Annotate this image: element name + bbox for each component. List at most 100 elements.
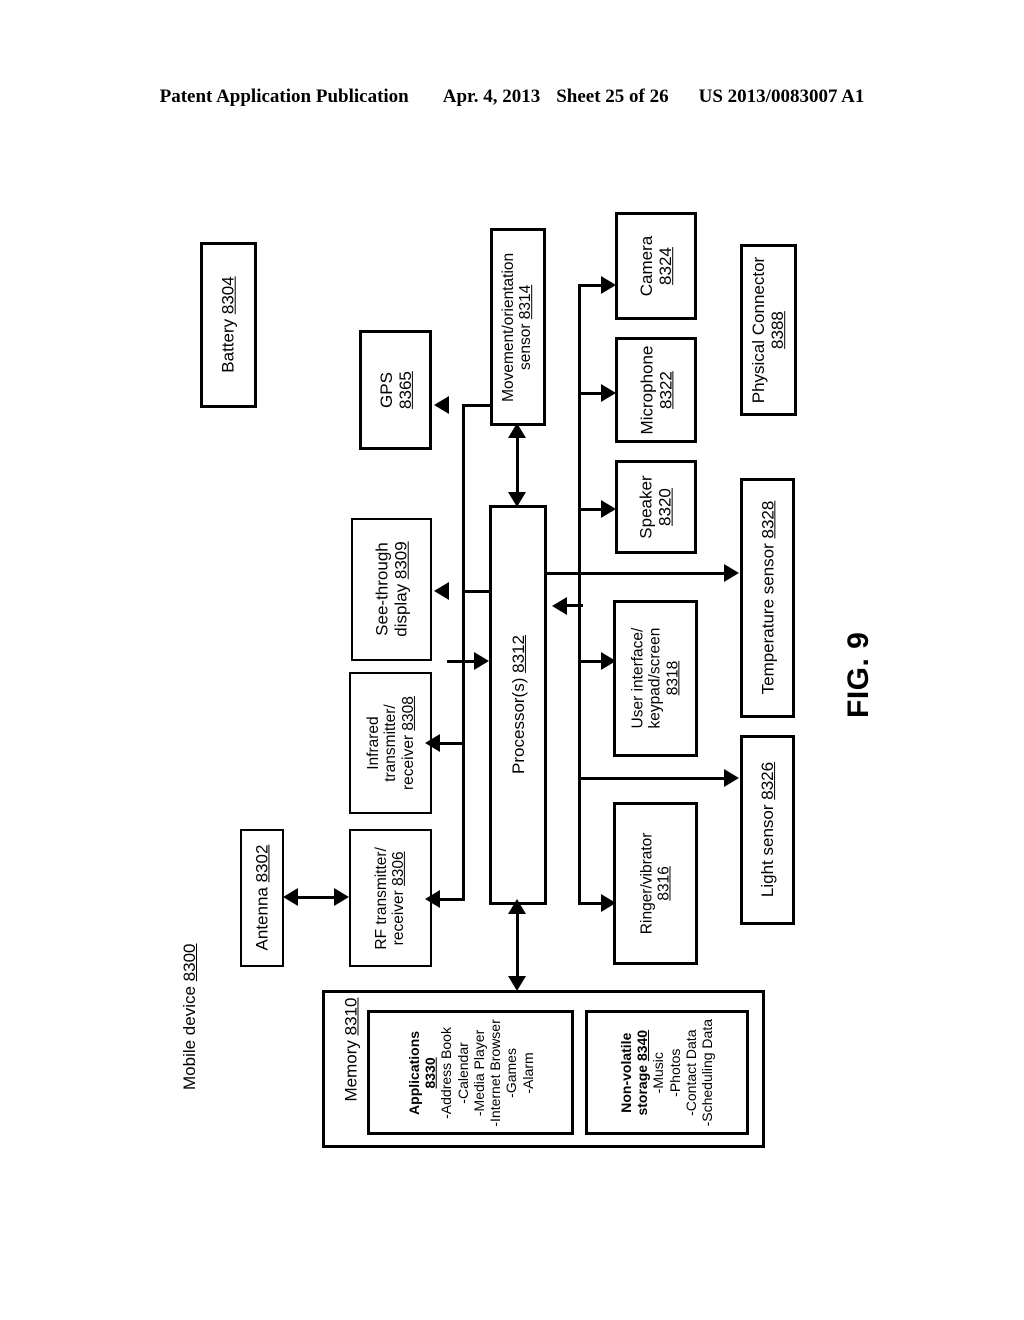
battery-label: Battery — [218, 314, 238, 374]
block-battery: Battery 8304 — [200, 242, 257, 408]
user-interface-ref: 8318 — [664, 661, 682, 696]
physical-connector-label: Physical Connector — [749, 256, 769, 404]
arrowhead-to-user-interface — [601, 652, 616, 670]
block-see-through-display: See-through display 8309 — [351, 518, 432, 661]
see-through-display-line1: See-through — [372, 542, 392, 637]
arrowhead-to-rf-from-antenna — [334, 888, 349, 906]
arrowhead-to-camera — [601, 276, 616, 294]
block-gps: GPS 8365 — [359, 330, 432, 450]
infrared-line2: transmitter/ — [381, 704, 399, 782]
infrared-line3: receiver — [399, 730, 417, 790]
arrowhead-to-gps — [434, 396, 449, 414]
applications-item: -Media Player — [470, 1029, 487, 1116]
infrared-line1: Infrared — [364, 716, 382, 770]
processor-label: Processor(s) — [508, 673, 528, 775]
block-light-sensor: Light sensor 8326 — [740, 735, 795, 925]
block-infrared-transceiver: Infrared transmitter/ receiver 8308 — [349, 672, 432, 814]
arrowhead-to-processor-from-rf — [474, 652, 489, 670]
arrowhead-to-ringer — [601, 894, 616, 912]
rf-ref: 8306 — [390, 851, 408, 886]
block-movement-orientation-sensor: Movement/orientation sensor 8314 — [490, 228, 546, 426]
block-memory: Memory 8310 Applications 8330 -Address B… — [322, 990, 765, 1148]
battery-ref: 8304 — [218, 276, 238, 315]
applications-item: -Calendar — [454, 1041, 471, 1104]
antenna-ref: 8302 — [252, 845, 272, 883]
block-camera: Camera 8324 — [615, 212, 697, 320]
patent-figure-page: Patent Application Publication Apr. 4, 20… — [0, 0, 1024, 1320]
header-publication: Patent Application Publication — [159, 86, 409, 107]
block-applications: Applications 8330 -Address Book -Calenda… — [367, 1010, 574, 1135]
arrowhead-to-microphone — [601, 384, 616, 402]
connector-processor-to-right-bus — [545, 572, 581, 575]
nonvolatile-item: -Scheduling Data — [699, 1018, 716, 1127]
connector-see-through-display-stub — [462, 590, 490, 593]
see-through-display-line2: display — [391, 579, 411, 638]
header-sheet: Sheet 25 of 26 — [556, 86, 669, 107]
connector-temperature-sensor-stub — [578, 572, 728, 575]
block-temperature-sensor: Temperature sensor 8328 — [740, 478, 795, 718]
arrowhead-to-rf — [425, 890, 440, 908]
header-date: Apr. 4, 2013 — [442, 86, 541, 107]
mobile-device-caption: Mobile device 8300 — [180, 944, 200, 1091]
applications-item: -Address Book — [438, 1026, 455, 1119]
memory-label: Memory — [341, 1035, 361, 1102]
microphone-ref: 8322 — [656, 371, 676, 409]
nonvolatile-title-line2: storage — [634, 1060, 651, 1116]
physical-connector-ref: 8388 — [768, 311, 788, 349]
gps-ref: 8365 — [395, 371, 415, 409]
temperature-sensor-label: Temperature sensor — [757, 538, 777, 695]
connector-bus-processor-left-lower — [462, 660, 465, 900]
camera-label: Camera — [636, 235, 656, 297]
block-nonvolatile-storage: Non-volatile storage 8340 -Music -Photos… — [585, 1010, 749, 1135]
block-rf-transceiver: RF transmitter/ receiver 8306 — [349, 829, 432, 967]
block-speaker: Speaker 8320 — [615, 460, 697, 554]
arrowhead-to-see-through-display — [434, 582, 449, 600]
applications-item: -Alarm — [519, 1051, 536, 1094]
block-microphone: Microphone 8322 — [615, 337, 697, 443]
nonvolatile-ref: 8340 — [634, 1029, 651, 1061]
arrowhead-to-processor-from-movement-sensor — [508, 492, 526, 507]
light-sensor-ref: 8326 — [757, 762, 777, 801]
applications-item: -Games — [502, 1047, 519, 1098]
connector-right-bus-to-processor — [563, 604, 583, 607]
arrowhead-to-antenna — [283, 888, 298, 906]
block-physical-connector: Physical Connector 8388 — [740, 244, 797, 416]
antenna-label: Antenna — [252, 882, 272, 951]
movement-sensor-line2: sensor — [518, 318, 535, 370]
movement-sensor-ref: 8314 — [518, 284, 535, 319]
connector-bus-processor-right — [578, 284, 581, 902]
arrowhead-to-movement-sensor — [508, 423, 526, 438]
block-antenna: Antenna 8302 — [240, 829, 284, 967]
arrowhead-to-light-sensor — [724, 769, 739, 787]
connector-light-sensor-stub — [578, 777, 728, 780]
nonvolatile-title-line1: Non-volatile — [618, 1032, 635, 1113]
mobile-device-caption-text: Mobile device — [180, 981, 199, 1090]
microphone-label: Microphone — [636, 345, 656, 435]
connector-bus-processor-left — [462, 404, 465, 662]
memory-ref: 8310 — [341, 997, 361, 1036]
ringer-ref: 8316 — [655, 866, 673, 901]
light-sensor-label: Light sensor — [757, 800, 777, 898]
rf-line1: RF transmitter/ — [373, 846, 391, 950]
block-ringer-vibrator: Ringer/vibrator 8316 — [613, 802, 698, 965]
connector-rf-to-processor — [447, 660, 475, 663]
applications-title: Applications — [405, 1030, 422, 1115]
connector-processor-memory — [516, 912, 519, 982]
applications-ref: 8330 — [421, 1056, 438, 1089]
mobile-device-caption-ref: 8300 — [180, 943, 199, 982]
user-interface-line1: User interface/ — [629, 628, 647, 729]
arrowhead-to-memory — [508, 976, 526, 991]
connector-processor-movement-sensor — [516, 436, 519, 498]
page-header: Patent Application Publication Apr. 4, 20… — [0, 86, 1024, 108]
user-interface-line2: keypad/screen — [646, 628, 664, 729]
processor-ref: 8312 — [508, 635, 528, 674]
rf-line2: receiver — [390, 885, 408, 945]
figure-label: FIG. 9 — [842, 631, 875, 718]
infrared-ref: 8308 — [399, 696, 417, 731]
speaker-label: Speaker — [636, 475, 656, 539]
header-doc-number: US 2013/0083007 A1 — [698, 86, 865, 107]
ringer-line1: Ringer/vibrator — [638, 832, 656, 935]
arrowhead-to-processor-from-memory — [508, 899, 526, 914]
camera-ref: 8324 — [656, 247, 675, 285]
movement-sensor-line1: Movement/orientation — [500, 252, 518, 402]
